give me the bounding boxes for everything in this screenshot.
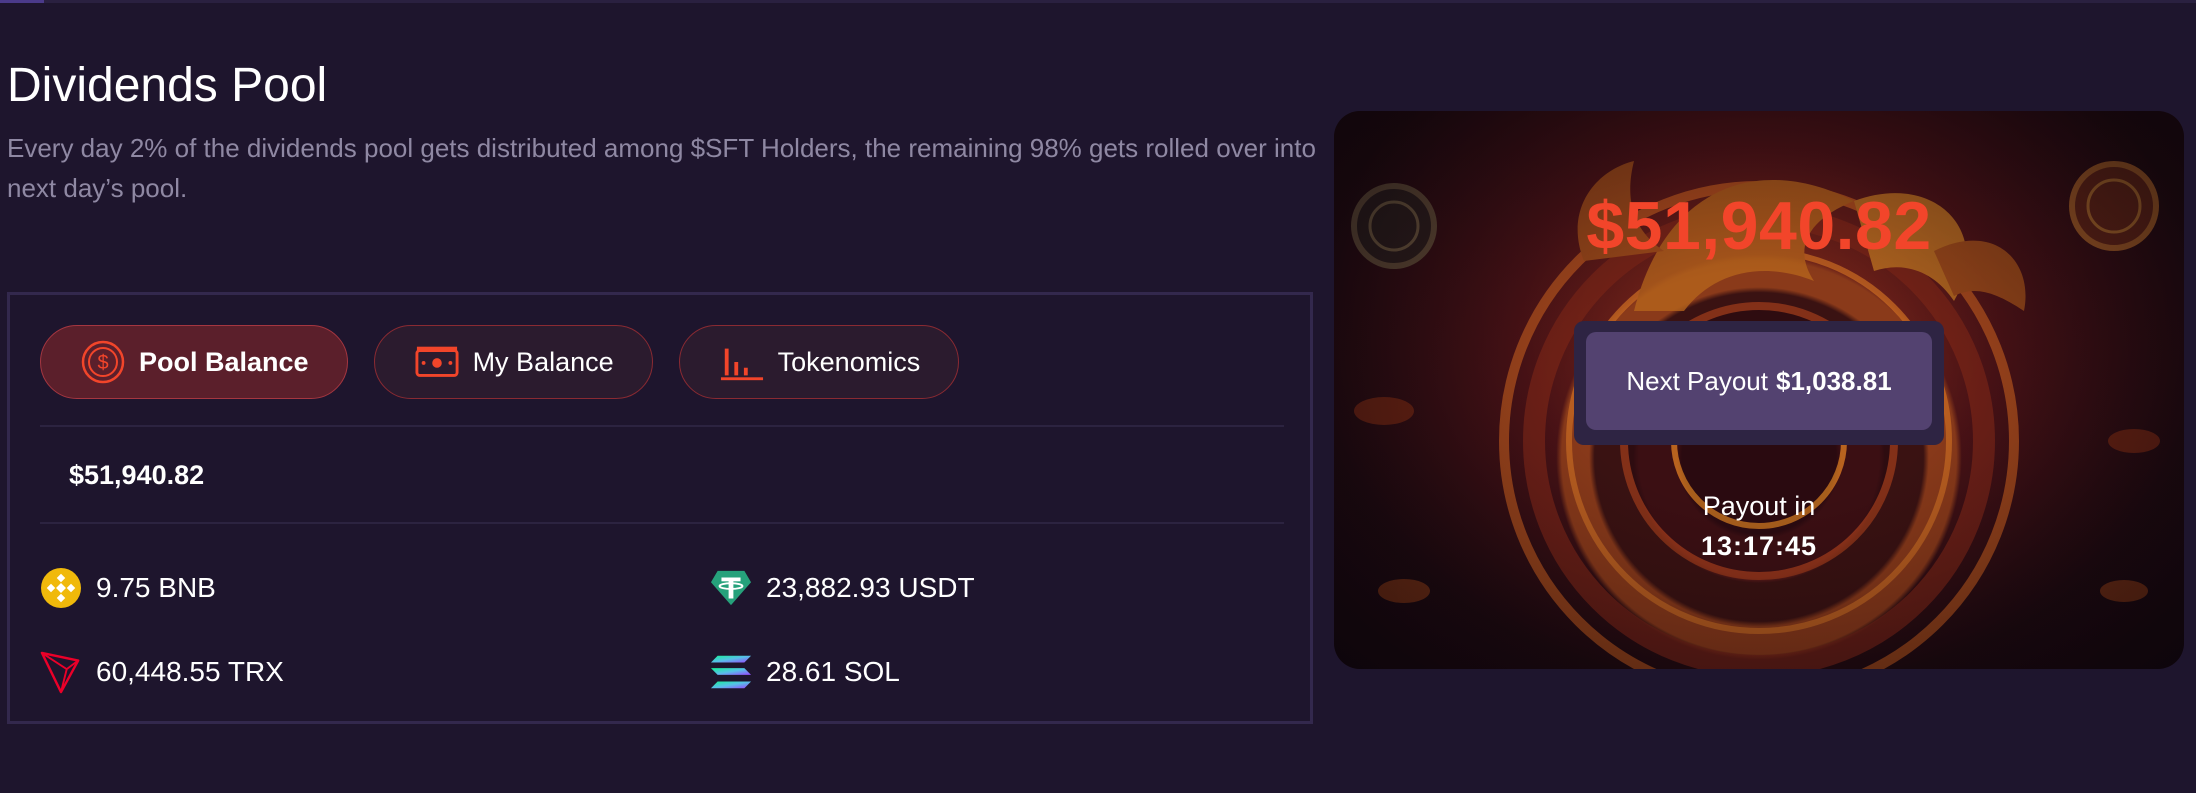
tab-bar: $ Pool Balance My Balance Tokenomics bbox=[40, 325, 960, 399]
asset-amount: 28.61 SOL bbox=[766, 656, 900, 687]
hero-pool-amount: $51,940.82 bbox=[1586, 188, 1932, 264]
asset-bnb: 9.75 BNB bbox=[40, 565, 216, 611]
svg-text:$: $ bbox=[97, 352, 108, 374]
next-payout-card: Next Payout $1,038.81 bbox=[1574, 321, 1944, 445]
payout-countdown: 13:17:45 bbox=[1700, 531, 1818, 561]
asset-trx: 60,448.55 TRX bbox=[40, 649, 284, 695]
cash-icon bbox=[415, 340, 459, 384]
asset-amount: 60,448.55 TRX bbox=[96, 656, 284, 687]
bnb-icon bbox=[40, 567, 82, 609]
solana-icon bbox=[710, 651, 752, 693]
tab-my-balance[interactable]: My Balance bbox=[373, 325, 653, 399]
asset-usdt: 23,882.93 USDT bbox=[710, 565, 975, 611]
divider bbox=[40, 522, 1284, 524]
tab-label: Tokenomics bbox=[777, 346, 921, 377]
page-title: Dividends Pool bbox=[7, 59, 328, 112]
top-border bbox=[0, 0, 2196, 3]
divider bbox=[40, 425, 1284, 427]
tab-label: My Balance bbox=[472, 346, 614, 377]
dollar-coin-icon: $ bbox=[81, 340, 125, 384]
pool-panel: $ Pool Balance My Balance Tokenomics $51… bbox=[7, 292, 1313, 724]
tron-icon bbox=[40, 651, 82, 694]
pool-total: $51,940.82 bbox=[69, 460, 205, 490]
page-description: Every day 2% of the dividends pool gets … bbox=[7, 133, 1316, 203]
tab-tokenomics[interactable]: Tokenomics bbox=[678, 325, 960, 399]
asset-sol: 28.61 SOL bbox=[710, 649, 900, 695]
payout-hero-card: $51,940.82 Next Payout $1,038.81 Payout … bbox=[1334, 111, 2184, 669]
payout-in-label: Payout in bbox=[1702, 491, 1816, 521]
top-accent bbox=[0, 0, 44, 3]
next-payout-label: Next Payout bbox=[1626, 365, 1768, 396]
bar-chart-icon bbox=[720, 340, 764, 384]
tab-label: Pool Balance bbox=[139, 346, 309, 377]
next-payout-button[interactable]: Next Payout $1,038.81 bbox=[1586, 332, 1932, 430]
next-payout-value: $1,038.81 bbox=[1775, 365, 1892, 396]
tether-icon bbox=[710, 567, 752, 609]
asset-amount: 23,882.93 USDT bbox=[766, 572, 975, 603]
tab-pool-balance[interactable]: $ Pool Balance bbox=[40, 325, 348, 399]
asset-amount: 9.75 BNB bbox=[96, 572, 216, 603]
